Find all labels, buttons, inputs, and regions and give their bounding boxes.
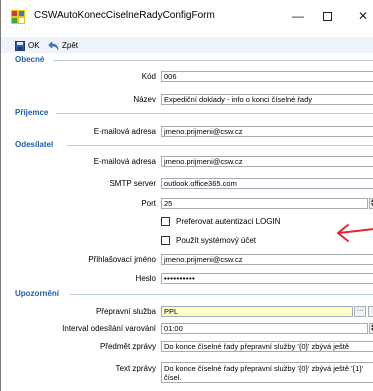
config-form-window: CSWAutoKonecCiselneRadyConfigForm — ✕ OK… (0, 0, 373, 391)
annotation-arrow-icon (337, 224, 373, 242)
group-header-upozorneni: Upozornění (15, 289, 59, 298)
group-header-obecne: Obecné (15, 55, 45, 64)
save-icon (15, 40, 25, 51)
text-label: Text zprávy (115, 364, 156, 373)
smtp-label: SMTP server (109, 179, 156, 188)
interval-input[interactable]: 01:00 (161, 323, 368, 334)
back-label: Zpět (62, 41, 79, 50)
odesilatel-email-input[interactable]: jmeno.prijmeni@csw.cz (161, 156, 373, 167)
system-account-checkbox-row[interactable]: Použít systémový účet (161, 235, 256, 246)
group-header-odesilatel: Odesílatel (15, 140, 54, 149)
prijemce-email-input[interactable]: jmeno.prijmeni@csw.cz (161, 126, 373, 137)
maximize-button[interactable] (317, 8, 337, 24)
kod-label: Kód (141, 72, 156, 81)
group-divider (70, 294, 373, 295)
system-account-checkbox[interactable] (161, 236, 170, 245)
system-account-label: Použít systémový účet (176, 236, 257, 245)
pref-login-checkbox-row[interactable]: Preferovat autentizaci LOGIN (161, 216, 281, 227)
nazev-label: Název (133, 95, 156, 104)
back-button[interactable]: Zpět (48, 39, 78, 52)
port-label: Port (141, 199, 156, 208)
ok-label: OK (28, 41, 40, 50)
close-button[interactable]: ✕ (353, 8, 373, 24)
port-input[interactable]: 25 (161, 198, 368, 209)
prijemce-email-label: E-mailová adresa (93, 127, 156, 136)
nazev-input[interactable]: Expediční doklady - info o konci číselné… (161, 94, 373, 105)
login-label: Přihlašovací jméno (88, 255, 156, 264)
interval-label: Interval odesílání varování (62, 324, 156, 333)
odesilatel-email-label: E-mailová adresa (93, 157, 156, 166)
kod-input[interactable]: 006 (161, 71, 373, 82)
group-divider (53, 60, 373, 61)
undo-icon (48, 40, 59, 50)
pref-login-checkbox[interactable] (161, 217, 170, 226)
service-lookup-button[interactable]: ··· (354, 306, 366, 317)
toolbar: OK Zpět (1, 37, 373, 53)
subject-input[interactable]: Do konce číselné řady přepravní služby '… (161, 341, 373, 352)
service-input[interactable]: PPL (161, 306, 353, 317)
pref-login-label: Preferovat autentizaci LOGIN (176, 217, 281, 226)
title-bar: CSWAutoKonecCiselneRadyConfigForm — ✕ (1, 0, 373, 33)
password-input[interactable]: •••••••••• (161, 273, 373, 284)
group-divider (56, 113, 373, 114)
service-clear-button[interactable] (368, 306, 373, 317)
group-header-prijemce: Příjemce (15, 108, 49, 117)
service-label: Přepravní služba (95, 307, 156, 316)
window-title: CSWAutoKonecCiselneRadyConfigForm (34, 10, 215, 21)
login-input[interactable]: jmeno.prijmeni@csw.cz (161, 254, 373, 265)
smtp-input[interactable]: outlook.office365.com (161, 178, 373, 189)
app-icon (11, 10, 25, 24)
subject-label: Předmět zprávy (99, 342, 156, 351)
text-input[interactable]: Do konce číselné řady přepravní služby '… (161, 362, 373, 383)
password-label: Heslo (135, 274, 156, 283)
group-divider (67, 145, 373, 146)
maximize-icon (322, 12, 332, 22)
interval-spin-button[interactable]: ▲ ▼ (369, 323, 373, 334)
minimize-button[interactable]: — (288, 8, 308, 24)
port-spin-button[interactable]: ▲ ▼ (369, 198, 373, 209)
ok-button[interactable]: OK (15, 39, 40, 52)
